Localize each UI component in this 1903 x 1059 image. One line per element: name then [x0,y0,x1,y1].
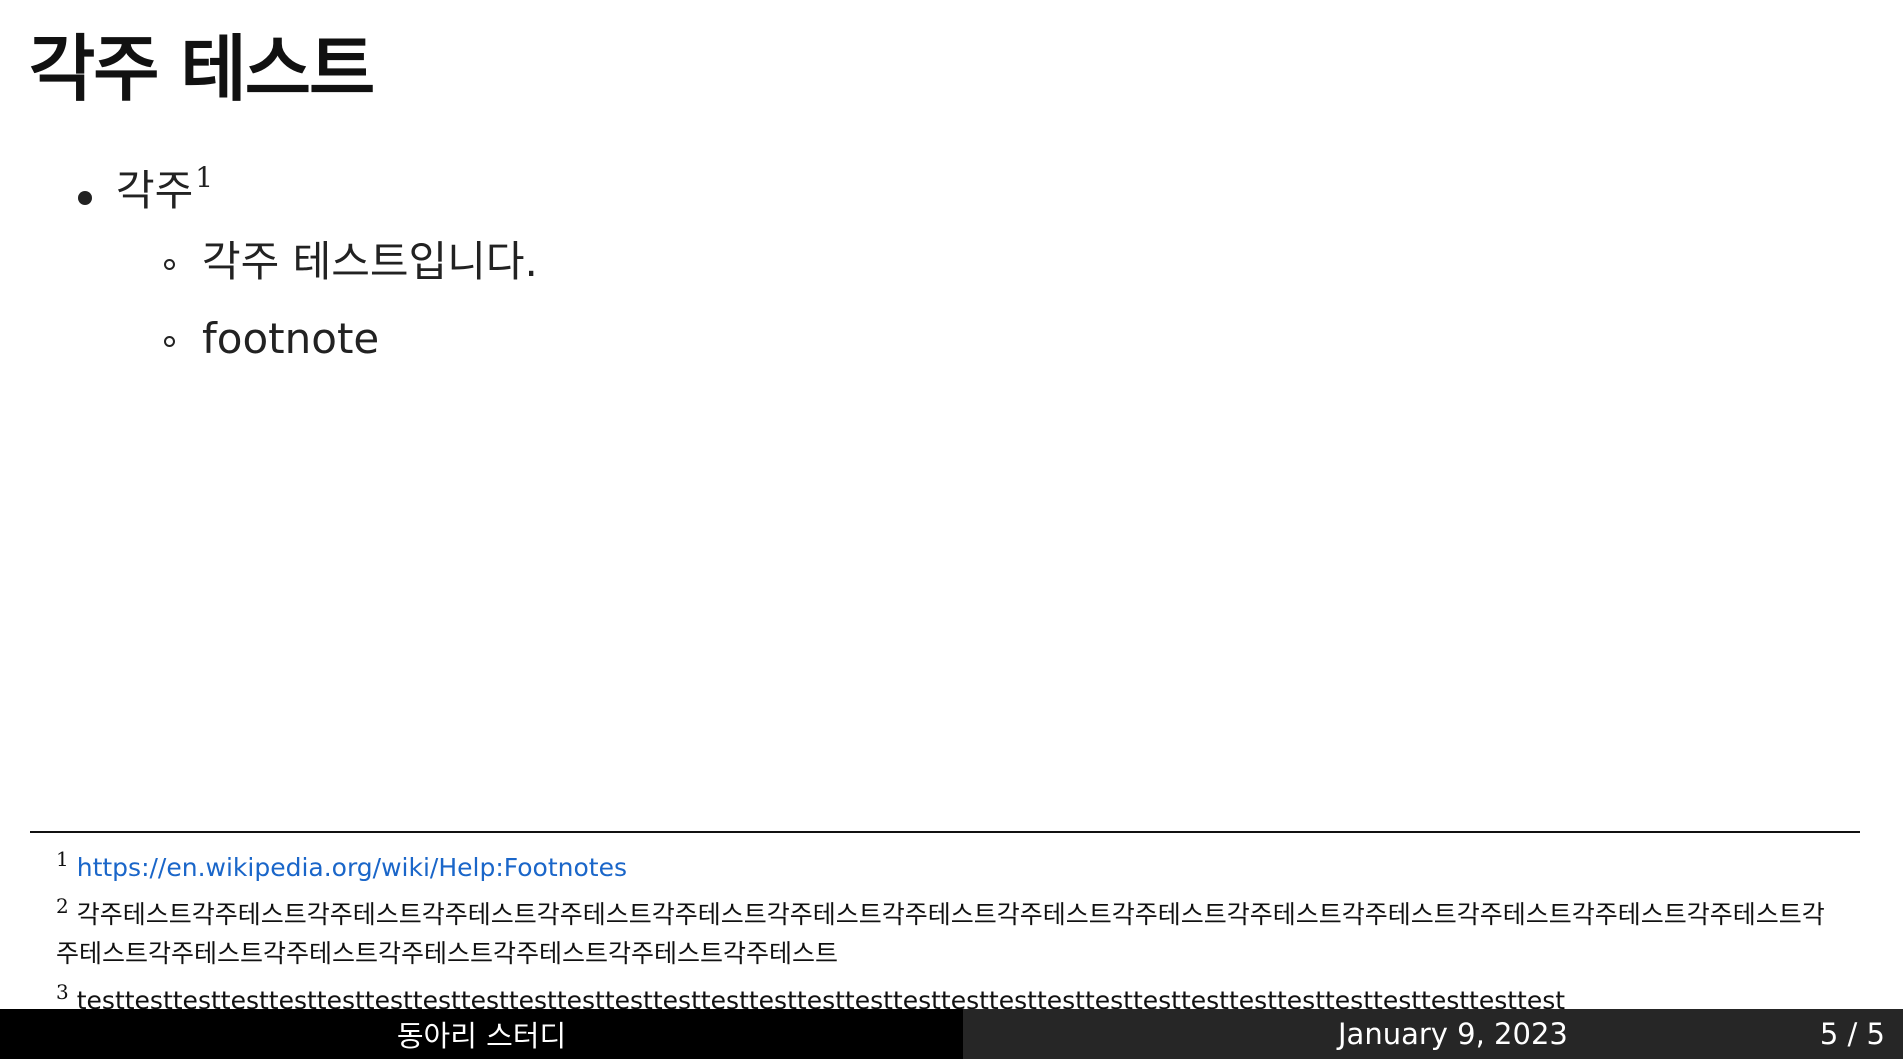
sub-item-text: 각주 테스트입니다. [202,236,538,286]
footnote-divider [30,831,1860,833]
slide: 각주 테스트 각주1 각주 테스트입니다. footnote 1 https://… [0,0,1903,1015]
slide-title: 각주 테스트 [29,27,375,111]
footnote-reference[interactable]: 1 [195,161,213,194]
footer-author: 동아리 스터디 [396,1019,567,1053]
hollow-circle-icon [164,258,175,270]
footnote-1: 1 https://en.wikipedia.org/wiki/Help:Foot… [56,840,1846,887]
footnote-link[interactable]: https://en.wikipedia.org/wiki/Help:Footn… [77,853,627,882]
sub-list-item: 각주 테스트입니다. [156,233,538,292]
footer-date: January 9, 2023 [1338,1017,1568,1051]
sub-list: 각주 테스트입니다. footnote [116,233,538,369]
page-number: 5 / 5 [1819,1017,1885,1051]
footnote-2: 2 각주테스트각주테스트각주테스트각주테스트각주테스트각주테스트각주테스트각주테스… [56,887,1846,973]
footnote-number: 2 [56,894,69,918]
bullet-item: 각주1 각주 테스트입니다. footnote [70,158,538,368]
hollow-circle-icon [164,335,175,347]
bullet-text: 각주 [116,166,194,215]
slide-footer: 동아리 스터디 January 9, 2023 5 / 5 [0,1009,1903,1059]
sub-item-text: footnote [202,313,380,363]
footer-author-section: 동아리 스터디 [0,1009,963,1059]
footnote-number: 1 [56,847,69,871]
bullet-list: 각주1 각주 테스트입니다. footnote [70,158,538,386]
footer-info-section: January 9, 2023 5 / 5 [963,1009,1903,1059]
footnote-text: 각주테스트각주테스트각주테스트각주테스트각주테스트각주테스트각주테스트각주테스트… [56,900,1825,968]
footnote-number: 3 [56,980,69,1004]
bullet-dot-icon [78,191,92,205]
sub-list-item: footnote [156,310,538,369]
footnotes: 1 https://en.wikipedia.org/wiki/Help:Foot… [56,840,1846,1020]
